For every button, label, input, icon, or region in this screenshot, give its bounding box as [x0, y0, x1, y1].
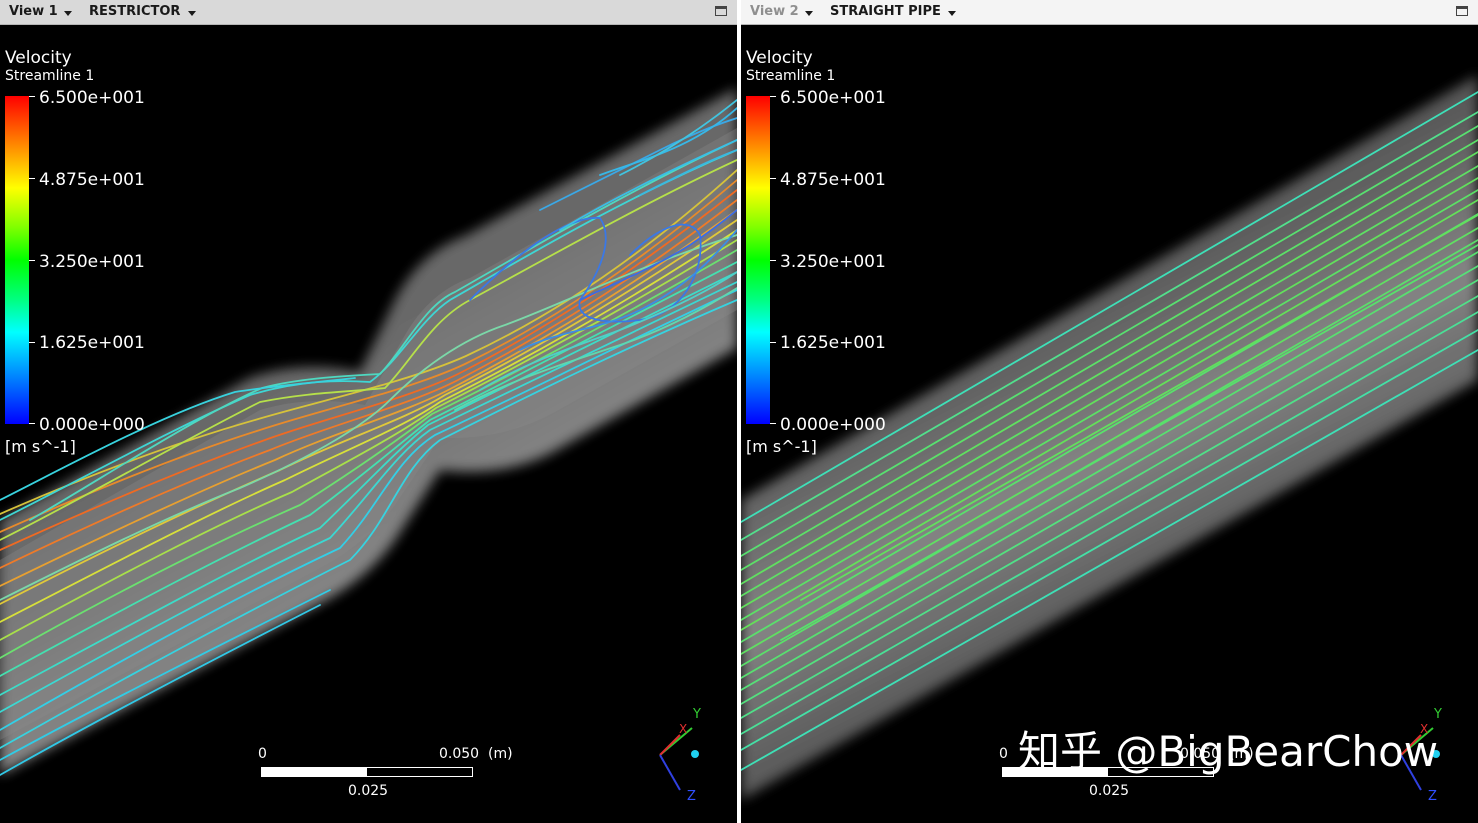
chevron-down-icon[interactable] [188, 11, 196, 16]
legend-tick [29, 342, 35, 343]
scale-unit-label: (m) [488, 746, 513, 762]
legend-tick [770, 96, 776, 97]
legend-tick [770, 178, 776, 179]
axis-z-label: Z [1428, 789, 1437, 804]
watermark-text: 知乎 @BigBearChow [1018, 727, 1439, 776]
legend-tick [770, 260, 776, 261]
maximize-icon[interactable] [1456, 6, 1468, 16]
legend-tick [770, 342, 776, 343]
view-titlebar: View 1 RESTRICTOR [0, 0, 737, 25]
axis-z-label: Z [687, 789, 696, 804]
legend-variable: Velocity [5, 48, 72, 68]
legend-tick-label: 3.250e+001 [780, 252, 886, 272]
legend-tick-label: 3.250e+001 [39, 252, 145, 272]
view-titlebar: View 2 STRAIGHT PIPE [741, 0, 1478, 25]
scale-zero-label: 0 [999, 746, 1008, 762]
legend-colorbar [746, 96, 770, 424]
object-selector-label[interactable]: STRAIGHT PIPE [830, 4, 941, 20]
viewport-restrictor[interactable]: View 1 RESTRICTOR Velocity Streamline 1 … [0, 0, 737, 823]
view-selector-label[interactable]: View 2 [750, 4, 799, 20]
axis-y-label: Y [692, 707, 701, 722]
legend-tick [770, 423, 776, 424]
chevron-down-icon[interactable] [64, 11, 72, 16]
legend-tick [29, 260, 35, 261]
legend-colorbar [5, 96, 29, 424]
legend-variable: Velocity [746, 48, 813, 68]
legend-unit: [m s^-1] [746, 437, 817, 456]
legend-tick-label: 0.000e+000 [780, 415, 886, 435]
legend-unit: [m s^-1] [5, 437, 76, 456]
legend-tick [29, 96, 35, 97]
maximize-icon[interactable] [715, 6, 727, 16]
chevron-down-icon[interactable] [948, 11, 956, 16]
chevron-down-icon[interactable] [805, 11, 813, 16]
legend-tick-label: 0.000e+000 [39, 415, 145, 435]
axis-y-label: Y [1433, 707, 1442, 722]
legend-tick-label: 4.875e+001 [39, 170, 145, 190]
object-selector-label[interactable]: RESTRICTOR [89, 4, 180, 20]
scale-mid-label: 0.025 [1089, 783, 1130, 799]
scale-mid-label: 0.025 [348, 783, 389, 799]
axis-x-label: X [679, 722, 687, 736]
legend-object: Streamline 1 [5, 68, 95, 84]
scale-bar [261, 767, 473, 777]
axis-triad: Y X Z [659, 707, 701, 804]
scale-zero-label: 0 [258, 746, 267, 762]
legend-tick [29, 423, 35, 424]
scale-end-label: 0.050 [439, 746, 480, 762]
legend-tick-label: 1.625e+001 [780, 333, 886, 353]
legend-tick-label: 6.500e+001 [39, 88, 145, 108]
legend-tick-label: 6.500e+001 [780, 88, 886, 108]
legend-tick [29, 178, 35, 179]
legend-tick-label: 4.875e+001 [780, 170, 886, 190]
viewport-straight-pipe[interactable]: View 2 STRAIGHT PIPE Velocity Streamline… [741, 0, 1478, 823]
legend-object: Streamline 1 [746, 68, 836, 84]
legend-tick-label: 1.625e+001 [39, 333, 145, 353]
view-selector-label[interactable]: View 1 [9, 4, 58, 20]
